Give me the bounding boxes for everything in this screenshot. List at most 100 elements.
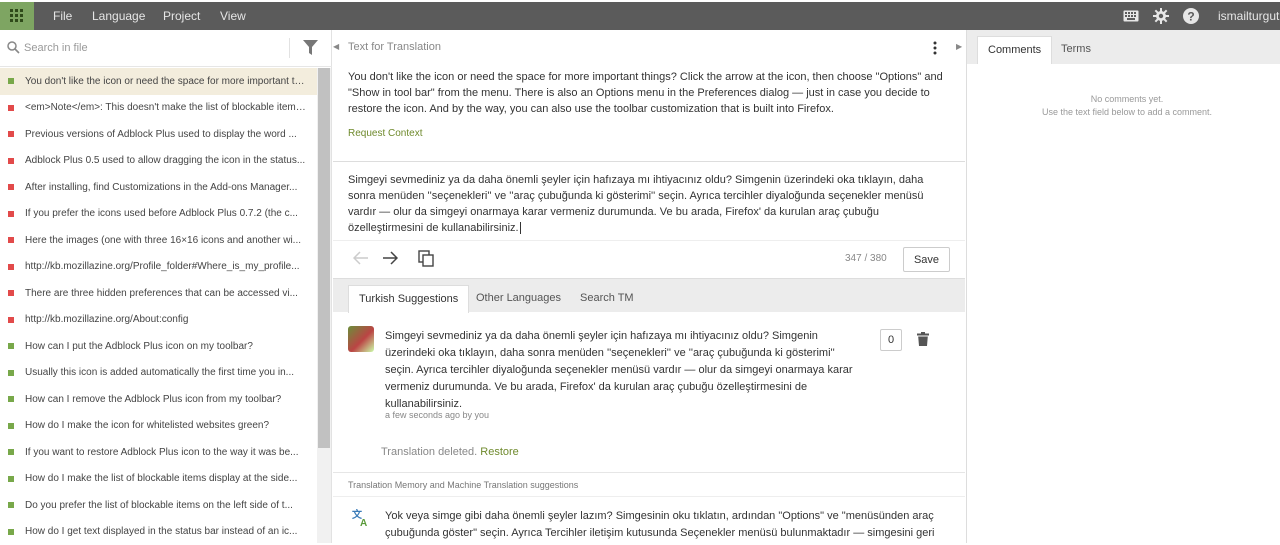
previous-arrow-icon[interactable] xyxy=(353,251,369,265)
list-item-text: How can I put the Adblock Plus icon on m… xyxy=(25,341,307,352)
list-item[interactable]: There are three hidden preferences that … xyxy=(0,280,317,307)
tab-terms[interactable]: Terms xyxy=(1051,36,1101,64)
tab-other-languages[interactable]: Other Languages xyxy=(466,285,571,313)
deleted-message-text: Translation deleted. xyxy=(381,446,477,458)
status-translated-icon xyxy=(8,502,14,508)
list-item-text: <em>Note</em>: This doesn't make the lis… xyxy=(25,102,307,113)
list-item[interactable]: Previous versions of Adblock Plus used t… xyxy=(0,121,317,148)
svg-text:A: A xyxy=(360,518,367,527)
list-item-text: You don't like the icon or need the spac… xyxy=(25,76,307,87)
list-item-text: How do I make the list of blockable item… xyxy=(25,473,307,484)
status-missing-icon xyxy=(8,264,14,270)
tab-search-tm[interactable]: Search TM xyxy=(570,285,644,313)
list-item[interactable]: Do you prefer the list of blockable item… xyxy=(0,492,317,519)
tab-turkish-suggestions[interactable]: Turkish Suggestions xyxy=(348,285,469,313)
filter-divider xyxy=(289,38,290,58)
list-item-text: Usually this icon is added automatically… xyxy=(25,367,307,378)
avatar xyxy=(348,326,374,352)
status-missing-icon xyxy=(8,211,14,217)
list-item[interactable]: How can I remove the Adblock Plus icon f… xyxy=(0,386,317,413)
machine-translation-icon: 文 A xyxy=(352,509,370,527)
list-item[interactable]: How do I make the icon for whitelisted w… xyxy=(0,413,317,440)
string-list: You don't like the icon or need the spac… xyxy=(0,68,317,545)
list-item[interactable]: Usually this icon is added automatically… xyxy=(0,360,317,387)
source-text: You don't like the icon or need the spac… xyxy=(348,69,953,117)
status-translated-icon xyxy=(8,476,14,482)
status-missing-icon xyxy=(8,105,14,111)
list-item[interactable]: <em>Note</em>: This doesn't make the lis… xyxy=(0,95,317,122)
editor-panel: Text for Translation You don't like the … xyxy=(333,30,965,543)
list-item[interactable]: How do I make the list of blockable item… xyxy=(0,466,317,493)
vote-count[interactable]: 0 xyxy=(880,329,902,351)
list-item[interactable]: http://kb.mozillazine.org/About:config xyxy=(0,307,317,334)
search-row xyxy=(0,30,332,67)
user-menu[interactable]: ismailturgut xyxy=(1218,2,1279,30)
tm-suggestion-text[interactable]: Yok veya simge gibi daha önemli şeyler l… xyxy=(385,508,950,542)
status-translated-icon xyxy=(8,396,14,402)
suggestion-tabs: Turkish Suggestions Other Languages Sear… xyxy=(333,278,965,312)
help-button[interactable]: ? xyxy=(1182,2,1200,30)
suggestion-meta: a few seconds ago by you xyxy=(385,410,489,420)
string-list-sidebar: You don't like the icon or need the spac… xyxy=(0,30,332,543)
trash-icon[interactable] xyxy=(917,332,929,346)
help-icon: ? xyxy=(1183,8,1199,24)
sidebar-scrollbar[interactable] xyxy=(317,68,331,543)
empty-comments-message: No comments yet. Use the text field belo… xyxy=(967,93,1280,119)
list-item[interactable]: If you prefer the icons used before Adbl… xyxy=(0,201,317,228)
text-cursor xyxy=(520,222,521,234)
list-item[interactable]: You don't like the icon or need the spac… xyxy=(0,68,317,95)
scrollbar-thumb[interactable] xyxy=(318,68,330,448)
tab-comments[interactable]: Comments xyxy=(977,36,1052,64)
list-item[interactable]: How can I put the Adblock Plus icon on m… xyxy=(0,333,317,360)
save-button[interactable]: Save xyxy=(903,247,950,272)
list-item[interactable]: http://kb.mozillazine.org/Profile_folder… xyxy=(0,254,317,281)
list-item-text: http://kb.mozillazine.org/Profile_folder… xyxy=(25,261,307,272)
translation-text: Simgeyi sevmediniz ya da daha önemli şey… xyxy=(348,174,923,234)
menu-file[interactable]: File xyxy=(53,2,72,30)
status-missing-icon xyxy=(8,158,14,164)
suggestion-text[interactable]: Simgeyi sevmediniz ya da daha önemli şey… xyxy=(385,328,865,413)
editor-toolbar: 347 / 380 Save xyxy=(333,240,965,278)
list-item-text: If you want to restore Adblock Plus icon… xyxy=(25,447,307,458)
list-item[interactable]: If you want to restore Adblock Plus icon… xyxy=(0,439,317,466)
more-options-icon[interactable] xyxy=(933,41,937,55)
list-item[interactable]: After installing, find Customizations in… xyxy=(0,174,317,201)
deleted-message: Translation deleted. Restore xyxy=(381,446,519,458)
search-icon xyxy=(7,41,20,54)
status-missing-icon xyxy=(8,184,14,190)
status-translated-icon xyxy=(8,423,14,429)
list-item[interactable]: Here the images (one with three 16×16 ic… xyxy=(0,227,317,254)
keyboard-icon xyxy=(1123,10,1139,22)
status-missing-icon xyxy=(8,290,14,296)
next-arrow-icon[interactable] xyxy=(382,251,398,265)
request-context-link[interactable]: Request Context xyxy=(348,128,423,139)
settings-button[interactable] xyxy=(1152,2,1170,30)
list-item-text: After installing, find Customizations in… xyxy=(25,182,307,193)
comments-tabs: Comments Terms xyxy=(967,30,1280,64)
filter-icon[interactable] xyxy=(303,40,318,56)
menu-view[interactable]: View xyxy=(220,2,246,30)
list-item-text: How can I remove the Adblock Plus icon f… xyxy=(25,394,307,405)
translation-textarea[interactable]: Simgeyi sevmediniz ya da daha önemli şey… xyxy=(348,172,953,236)
list-item-text: Do you prefer the list of blockable item… xyxy=(25,500,307,511)
empty-comments-line1: No comments yet. xyxy=(967,93,1280,106)
comments-panel: Comments Terms No comments yet. Use the … xyxy=(966,30,1280,543)
tm-header: Translation Memory and Machine Translati… xyxy=(333,472,965,497)
menu-language[interactable]: Language xyxy=(92,2,145,30)
status-translated-icon xyxy=(8,343,14,349)
status-missing-icon xyxy=(8,131,14,137)
apps-grid-button[interactable] xyxy=(0,2,34,30)
search-input[interactable] xyxy=(24,38,274,58)
list-item[interactable]: How do I get text displayed in the statu… xyxy=(0,519,317,545)
menu-project[interactable]: Project xyxy=(163,2,200,30)
tm-header-text: Translation Memory and Machine Translati… xyxy=(348,480,578,490)
restore-link[interactable]: Restore xyxy=(480,446,519,458)
keyboard-shortcuts-button[interactable] xyxy=(1122,2,1140,30)
copy-original-icon[interactable] xyxy=(418,250,434,267)
status-missing-icon xyxy=(8,237,14,243)
list-item[interactable]: Adblock Plus 0.5 used to allow dragging … xyxy=(0,148,317,175)
list-item-text: http://kb.mozillazine.org/About:config xyxy=(25,314,307,325)
top-bar: File Language Project View ? ismailt xyxy=(0,0,1280,30)
gear-icon xyxy=(1153,8,1169,24)
list-item-text: How do I get text displayed in the statu… xyxy=(25,526,307,537)
